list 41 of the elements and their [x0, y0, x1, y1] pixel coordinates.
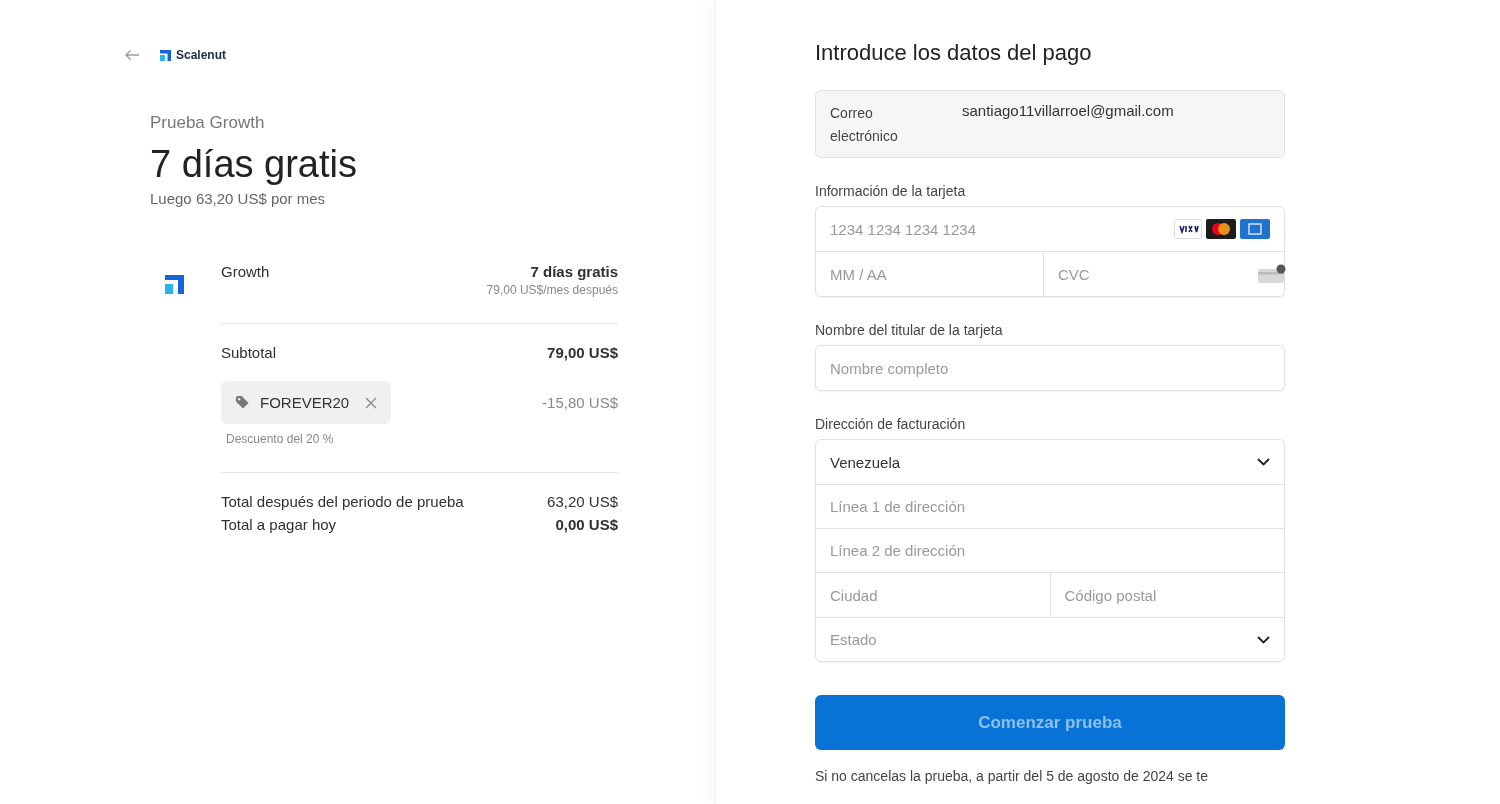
email-label: Correo electrónico — [830, 104, 899, 146]
expiry-field[interactable]: MM / AA — [830, 265, 1029, 283]
card-number-field[interactable]: 1234 1234 1234 1234 — [830, 220, 1174, 238]
subtotal-label: Subtotal — [221, 344, 277, 361]
subtotal-amount: 79,00 US$ — [547, 344, 618, 361]
city-field[interactable]: Ciudad — [830, 586, 1036, 604]
plan-eyebrow: Prueba Growth — [150, 113, 266, 133]
product-icon — [165, 275, 184, 294]
total-amount: 63,20 US$ — [547, 493, 618, 510]
coupon-code: FOREVER20 — [260, 394, 350, 411]
address-line2-field[interactable]: Línea 2 de dirección — [830, 542, 1270, 559]
address-line1-field[interactable]: Línea 1 de dirección — [830, 498, 1270, 515]
email-value: santiago11villarroel@gmail.com — [962, 102, 1174, 121]
tag-icon — [235, 395, 250, 410]
product-name: Growth — [221, 263, 270, 280]
country-select[interactable]: Venezuela — [816, 440, 1284, 484]
product-price-note: 79,00 US$/mes después — [486, 283, 618, 297]
plan-subline: Luego 63,20 US$ por mes — [150, 190, 327, 207]
logo-icon — [160, 49, 171, 61]
total-label: Total después del periodo de prueba — [221, 493, 464, 510]
total-label: Total a pagar hoy — [221, 516, 337, 533]
state-select[interactable]: Estado — [816, 617, 1284, 661]
mastercard-icon — [1206, 219, 1236, 239]
total-amount: 0,00 US$ — [555, 516, 618, 533]
holder-name-field[interactable]: Nombre completo — [815, 345, 1285, 391]
chevron-down-icon — [1257, 635, 1270, 644]
holder-label: Nombre del titular de la tarjeta — [815, 322, 1004, 338]
billing-label: Dirección de facturación — [815, 416, 967, 432]
discount-amount: -15,80 US$ — [542, 394, 618, 411]
cvc-field[interactable]: CVC — [1058, 265, 1257, 283]
trial-footnote: Si no cancelas la prueba, a partir del 5 de agosto de 2024 se te — [815, 768, 1210, 784]
product-price: 7 días gratis — [529, 263, 618, 280]
card-label: Información de la tarjeta — [815, 183, 967, 199]
back-arrow-icon[interactable] — [124, 49, 140, 61]
remove-icon[interactable] — [365, 396, 378, 409]
brand-name: Scalenut — [176, 48, 226, 62]
payment-title: Introduce los datos del pago — [815, 40, 1093, 66]
postal-code-field[interactable]: Código postal — [1064, 586, 1270, 604]
chevron-down-icon — [1257, 458, 1270, 466]
discount-note: Descuento del 20 % — [226, 432, 335, 446]
plan-headline: 7 días gratis — [150, 142, 358, 187]
